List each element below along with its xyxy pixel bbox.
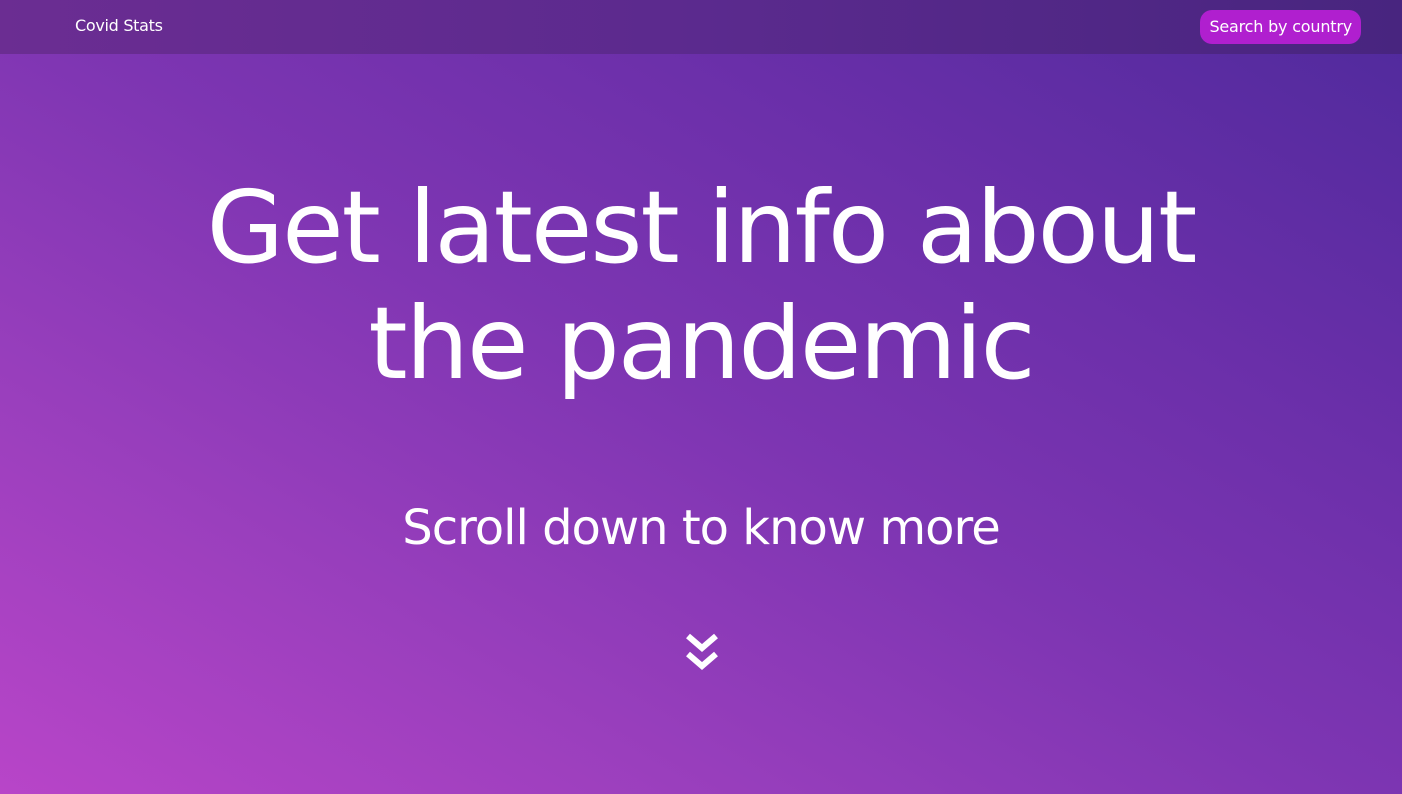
- scroll-hint-text: Scroll down to know more: [402, 500, 1001, 556]
- navbar: Covid Stats Search by country: [0, 0, 1402, 54]
- brand-link[interactable]: Covid Stats: [75, 16, 163, 35]
- hero-title-line-2: the pandemic: [368, 285, 1035, 402]
- landing-page: Covid Stats Search by country Get latest…: [0, 0, 1402, 794]
- hero-title: Get latest info about the pandemic: [0, 170, 1402, 402]
- search-by-country-button[interactable]: Search by country: [1200, 10, 1361, 44]
- hero-title-line-1: Get latest info about: [206, 169, 1198, 286]
- double-chevron-down-icon[interactable]: [685, 632, 719, 674]
